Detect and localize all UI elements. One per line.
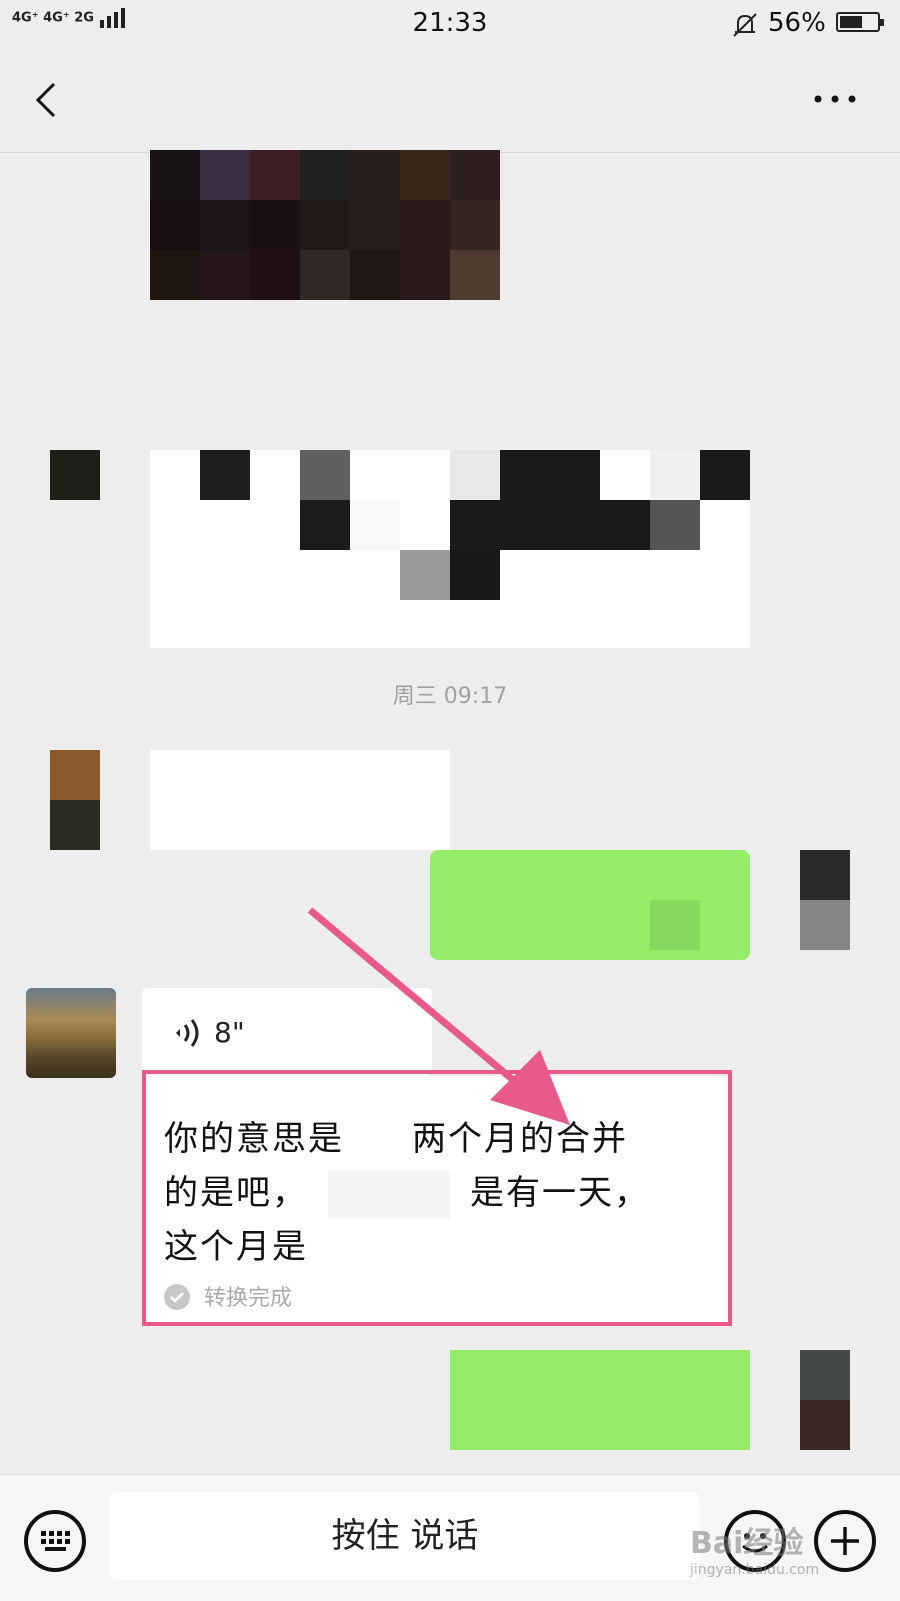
watermark: Bai经验 jingyan.baidu.com [690,1526,820,1578]
mute-bell-icon [733,13,757,37]
my-avatar[interactable] [800,1350,850,1450]
plus-icon[interactable] [814,1510,876,1572]
keyboard-icon[interactable] [24,1510,86,1572]
battery-icon [836,12,884,32]
received-message-bubble[interactable] [150,750,450,850]
avatar[interactable] [50,750,100,850]
avatar[interactable] [50,450,100,500]
message-timestamp: 周三 09:17 [392,684,508,709]
avatar[interactable] [26,988,116,1078]
received-message-bubble[interactable] [150,450,750,648]
voice-duration: 8" [214,1016,245,1049]
my-avatar[interactable] [800,850,850,950]
more-icon[interactable] [810,84,860,114]
battery-percent: 56% [768,8,826,38]
voice-wave-icon [176,1019,199,1047]
chat-header [0,48,900,153]
annotation-arrow [307,907,570,1125]
chevron-left-icon[interactable] [28,78,68,122]
sent-message-bubble[interactable] [450,1350,750,1450]
clock: 21:33 [412,8,488,38]
hold-to-talk-button[interactable]: 按住 说话 [110,1492,700,1580]
status-bar: 4G⁺ 4G⁺ 2G 21:33 56% [0,0,900,48]
pixelated-image-message[interactable] [150,150,500,300]
